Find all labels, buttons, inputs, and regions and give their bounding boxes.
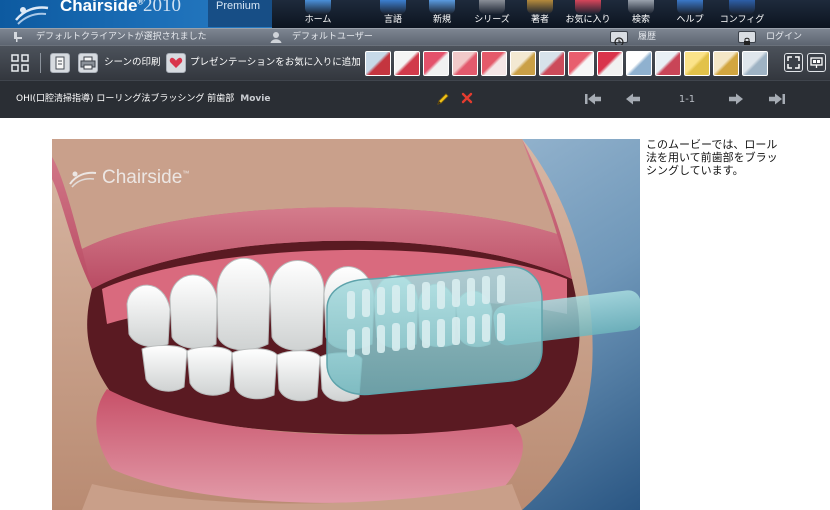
collapse-button[interactable] [10,53,30,73]
thumbnail-8[interactable] [568,51,594,76]
watermark-swoosh-icon [69,171,97,188]
movie-frame [52,139,640,510]
toolbar-divider [40,53,41,73]
home-icon [305,0,331,14]
favorites-icon [575,0,601,14]
app-name: Chairside® [60,0,144,15]
presentation-icon [810,57,823,68]
movie-description: このムービーでは、ロール法を用いて前歯部をブラッシングしています。 [646,138,778,177]
nav-series-button[interactable]: シリーズ [474,0,510,28]
nav-search-label: 検索 [631,15,650,25]
print-scene-label[interactable]: シーンの印刷 [104,56,161,69]
thumbnail-9[interactable] [597,51,623,76]
nav-favorites-label: お気に入り [565,15,611,25]
lock-icon[interactable] [738,31,756,46]
nav-author-button[interactable]: 著者 [525,0,555,28]
print-scene-button[interactable] [78,53,98,73]
fullscreen-button[interactable] [784,53,803,72]
thumbnail-14[interactable] [742,51,768,76]
first-page-icon[interactable] [584,92,602,106]
chairside-watermark: Chairside™ [68,167,189,189]
nav-new-label: 新規 [432,15,451,25]
presentation-toolbar: シーンの印刷 プレゼンテーションをお気に入りに追加 [0,45,830,80]
movie-player[interactable]: Chairside™ [52,139,640,510]
app-logo: Chairside® 2010 Premium [0,0,272,28]
thumbnail-12[interactable] [684,51,710,76]
thumbnail-10[interactable] [626,51,652,76]
app-edition: Premium [208,0,272,27]
user-name[interactable]: デフォルトユーザー [292,31,373,43]
history-link[interactable]: 履歴 [638,31,656,43]
edit-pencil-icon[interactable] [436,92,450,106]
document-button[interactable] [50,53,70,73]
nav-help-label: ヘルプ [676,15,704,25]
next-page-icon[interactable] [728,92,744,106]
nav-config-button[interactable]: コンフィグ [720,0,764,28]
nav-dictionary-button[interactable]: 言語 [378,0,408,28]
content-area: Chairside™ このムービーでは、ロール法を用いて前歯部をブラッシングして… [0,118,830,510]
page-indicator: 1-1 [678,94,696,105]
add-favorite-label[interactable]: プレゼンテーションをお気に入りに追加 [190,56,361,69]
top-navigation-bar: Chairside® 2010 Premium ホーム 言語 新規 シリーズ 著者 お気に… [0,0,830,28]
help-icon [677,0,703,14]
nav-search-button[interactable]: 検索 [626,0,656,28]
nav-home-label: ホーム [304,15,332,25]
chair-icon [14,32,22,42]
presentation-title-bar: OHI(口腔清掃指導) ローリング法ブラッシング 前歯部 Movie 1-1 [0,80,830,118]
search-icon [628,0,654,14]
dictionary-icon [380,0,406,14]
history-icon[interactable] [610,31,628,47]
last-page-icon[interactable] [768,92,786,106]
logo-swoosh-icon [15,6,49,25]
document-icon [55,56,65,70]
nav-home-button[interactable]: ホーム [303,0,333,28]
thumbnail-5[interactable] [481,51,507,76]
presentation-mode-button[interactable] [807,53,826,72]
author-icon [527,0,553,14]
nav-favorites-button[interactable]: お気に入り [566,0,611,28]
nav-help-button[interactable]: ヘルプ [675,0,705,28]
app-year: 2010 [143,0,181,16]
client-status-text: デフォルトクライアントが選択されました [36,32,207,42]
previous-page-icon[interactable] [625,92,641,106]
nav-author-label: 著者 [530,15,549,25]
status-bar: デフォルトクライアントが選択されました デフォルトユーザー 履歴 ログイン [0,28,830,47]
series-icon [479,0,505,14]
heart-icon [169,57,183,68]
presentation-type: Movie [240,94,271,104]
fullscreen-icon [787,56,800,69]
printer-icon [80,56,96,70]
thumbnail-1[interactable] [365,51,391,76]
thumbnail-7[interactable] [539,51,565,76]
thumbnail-11[interactable] [655,51,681,76]
nav-series-label: シリーズ [474,15,510,25]
thumbnail-3[interactable] [423,51,449,76]
login-link[interactable]: ログイン [766,31,802,43]
nav-dictionary-label: 言語 [383,15,402,25]
collapse-icon [11,54,29,72]
thumbnail-6[interactable] [510,51,536,76]
new-icon [429,0,455,14]
nav-config-label: コンフィグ [719,15,765,25]
delete-icon[interactable] [461,92,473,104]
nav-new-button[interactable]: 新規 [427,0,457,28]
config-icon [729,0,755,14]
thumbnail-4[interactable] [452,51,478,76]
add-favorite-button[interactable] [166,53,186,73]
user-icon [270,32,282,43]
thumbnail-13[interactable] [713,51,739,76]
app-window: Chairside® 2010 Premium ホーム 言語 新規 シリーズ 著者 お気に… [0,0,830,510]
thumbnail-2[interactable] [394,51,420,76]
presentation-title: OHI(口腔清掃指導) ローリング法ブラッシング 前歯部 Movie [16,94,271,104]
